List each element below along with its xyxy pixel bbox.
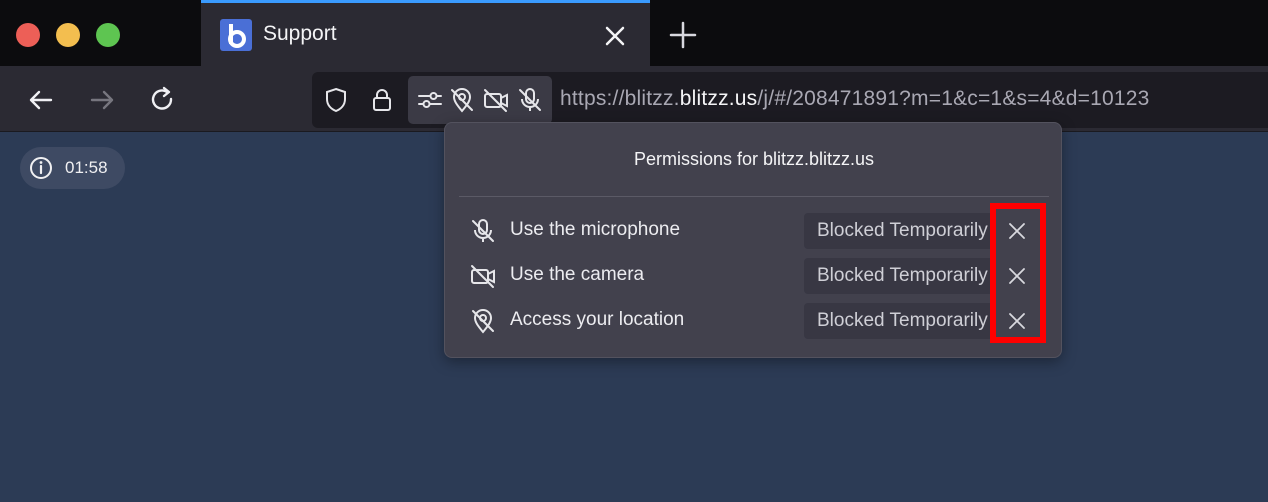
url-host: blitzz.us [679, 87, 758, 110]
tab-title: Support [263, 22, 337, 45]
permission-status: Blocked Temporarily [804, 303, 994, 339]
divider [459, 196, 1049, 197]
location-blocked-icon [469, 307, 497, 335]
url-path: /j/#/208471891?m=1&c=1&s=4&d=10123 [757, 87, 1150, 110]
permissions-panel-title: Permissions for blitzz.blitzz.us [633, 149, 875, 169]
window-minimize-button[interactable] [56, 23, 80, 47]
site-permissions-panel: Permissions for blitzz.blitzz.us Use the… [444, 122, 1062, 358]
camera-blocked-icon [482, 86, 510, 114]
padlock-icon[interactable] [368, 86, 396, 114]
tab-strip: Support [0, 0, 1268, 66]
permission-label: Use the camera [510, 264, 645, 285]
permissions-button[interactable] [408, 76, 552, 124]
new-tab-plus-icon[interactable] [668, 20, 698, 50]
camera-blocked-icon [469, 262, 497, 290]
reload-icon[interactable] [147, 85, 177, 115]
permission-status-text: Blocked Temporarily [817, 220, 988, 241]
window-zoom-button[interactable] [96, 23, 120, 47]
permission-row-microphone: Use the microphone Blocked Temporarily [445, 211, 1063, 251]
permission-label: Access your location [510, 309, 685, 330]
permission-status: Blocked Temporarily [804, 213, 994, 249]
permission-status: Blocked Temporarily [804, 258, 994, 294]
location-blocked-icon [448, 86, 476, 114]
annotation-highlight-box [990, 203, 1046, 343]
back-arrow-icon[interactable] [26, 85, 56, 115]
window-close-button[interactable] [16, 23, 40, 47]
permission-label: Use the microphone [510, 219, 681, 240]
permission-status-text: Blocked Temporarily [817, 310, 988, 331]
tab-close-icon[interactable] [601, 22, 629, 50]
url-prefix: https://blitzz. [560, 87, 680, 110]
permission-row-camera: Use the camera Blocked Temporarily [445, 256, 1063, 296]
address-bar[interactable]: https://blitzz.blitzz.us/j/#/208471891?m… [312, 72, 1268, 128]
tab-support[interactable]: Support [201, 0, 650, 66]
url-text[interactable]: https://blitzz.blitzz.us/j/#/208471891?m… [560, 87, 1150, 111]
permission-row-location: Access your location Blocked Temporarily [445, 301, 1063, 341]
tracking-protection-shield-icon[interactable] [322, 86, 350, 114]
timer-value: 01:58 [65, 158, 108, 177]
forward-arrow-icon[interactable] [87, 85, 117, 115]
info-icon [29, 156, 53, 180]
microphone-blocked-icon [469, 217, 497, 245]
permission-status-text: Blocked Temporarily [817, 265, 988, 286]
session-timer-badge[interactable]: 01:58 [20, 147, 125, 189]
permissions-sliders-icon [416, 86, 444, 114]
microphone-blocked-icon [516, 86, 544, 114]
blitzz-favicon-icon [220, 19, 252, 51]
